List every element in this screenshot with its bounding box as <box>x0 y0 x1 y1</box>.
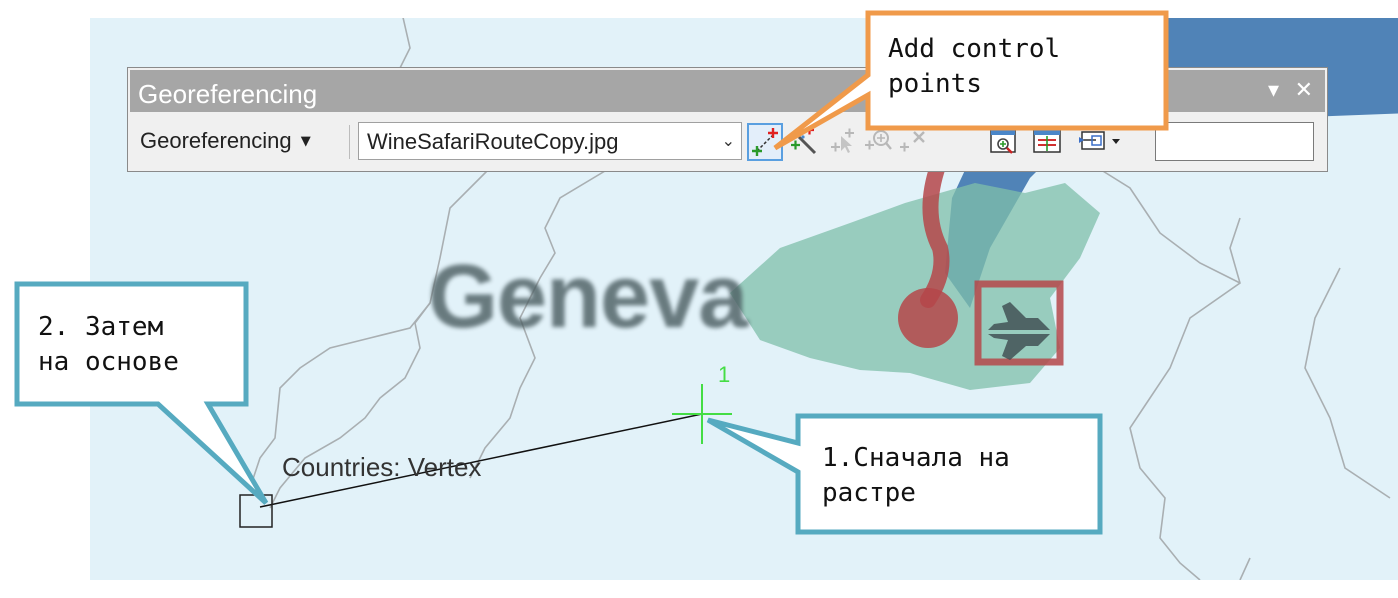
callout-left-text: 2. Затем на основе <box>38 310 179 380</box>
callout-right-line2: растре <box>822 478 916 508</box>
callout-left-line2: на основе <box>38 347 179 377</box>
callout-shapes <box>14 10 1169 535</box>
callout-left-line1: 2. Затем <box>38 312 164 342</box>
callout-top-line2: points <box>888 69 982 99</box>
callout-top-text: Add control points <box>888 32 1060 102</box>
callout-right-line1: 1.Сначала на <box>822 443 1010 473</box>
callout-top-line1: Add control <box>888 34 1061 64</box>
callout-right-text: 1.Сначала на растре <box>822 441 1010 511</box>
